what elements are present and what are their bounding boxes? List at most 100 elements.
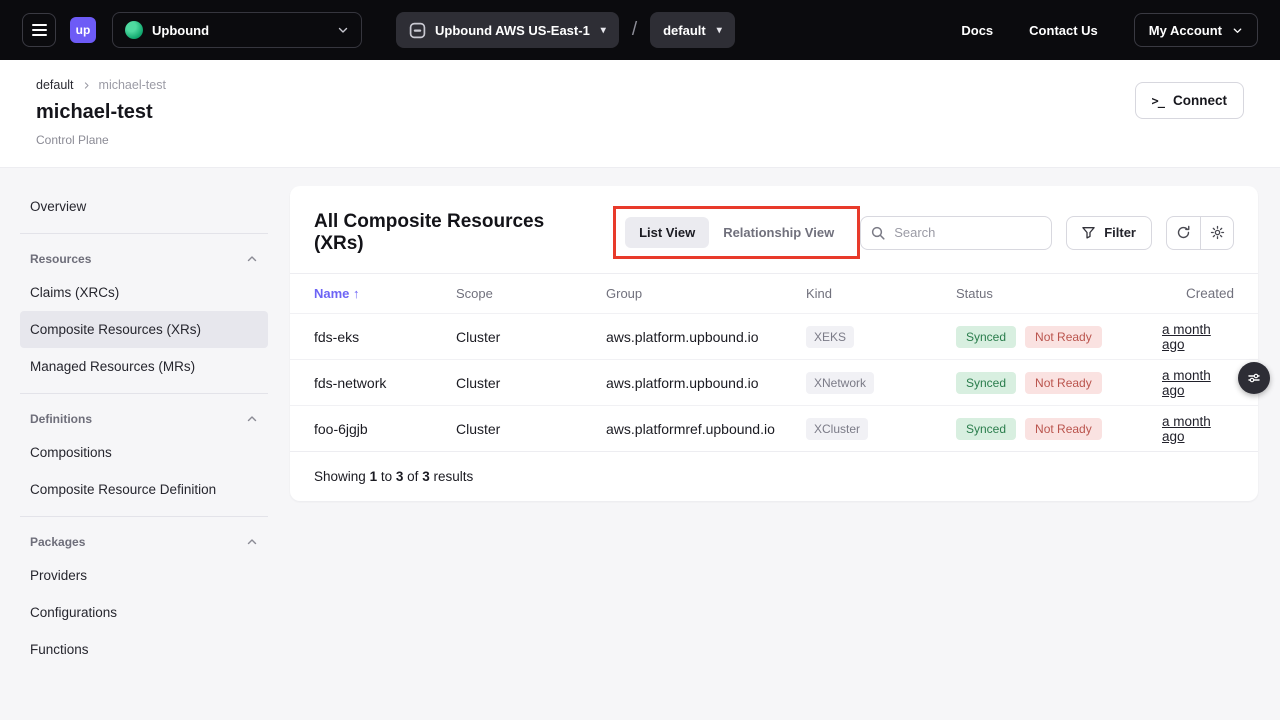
table-row[interactable]: foo-6jgjb Cluster aws.platformref.upboun…: [290, 405, 1258, 451]
path-separator: /: [632, 19, 637, 41]
sidebar-item-xrd[interactable]: Composite Resource Definition: [20, 471, 268, 508]
divider: [20, 516, 268, 517]
page-title: michael-test: [36, 101, 1244, 124]
cell-kind: XCluster: [806, 418, 956, 440]
table-row[interactable]: fds-network Cluster aws.platform.upbound…: [290, 359, 1258, 405]
column-header-status[interactable]: Status: [956, 286, 1162, 301]
divider: [20, 393, 268, 394]
contact-us-link[interactable]: Contact Us: [1029, 23, 1098, 38]
synced-badge: Synced: [956, 418, 1016, 440]
breadcrumb: default michael-test: [36, 78, 1244, 92]
sidebar-section-packages[interactable]: Packages: [20, 525, 268, 557]
chevron-down-icon: [1232, 25, 1243, 36]
cell-name[interactable]: fds-network: [314, 375, 456, 391]
relationship-view-tab[interactable]: Relationship View: [709, 217, 848, 248]
created-link[interactable]: a month ago: [1162, 414, 1211, 444]
terminal-icon: >_: [1152, 94, 1164, 108]
filter-button[interactable]: Filter: [1066, 216, 1152, 250]
sidebar-item-claims[interactable]: Claims (XRCs): [20, 274, 268, 311]
column-header-created[interactable]: Created: [1186, 286, 1234, 301]
table-header-row: Name ↑ Scope Group Kind Status Created: [290, 273, 1258, 313]
cell-scope: Cluster: [456, 375, 606, 391]
my-account-button[interactable]: My Account: [1134, 13, 1258, 47]
refresh-icon: [1176, 225, 1191, 240]
synced-badge: Synced: [956, 372, 1016, 394]
cell-name[interactable]: fds-eks: [314, 329, 456, 345]
chevron-down-icon: [337, 24, 349, 36]
created-link[interactable]: a month ago: [1162, 368, 1211, 398]
control-plane-icon: [409, 22, 426, 39]
triangle-down-icon: ▾: [717, 25, 722, 36]
kind-badge: XEKS: [806, 326, 854, 348]
table-row[interactable]: fds-eks Cluster aws.platform.upbound.io …: [290, 313, 1258, 359]
cell-status: Synced Not Ready: [956, 372, 1162, 394]
column-header-group[interactable]: Group: [606, 286, 806, 301]
cell-created: a month ago: [1162, 368, 1234, 398]
cell-created: a month ago: [1162, 322, 1234, 352]
cell-status: Synced Not Ready: [956, 326, 1162, 348]
cell-name[interactable]: foo-6jgjb: [314, 421, 456, 437]
sort-up-icon: ↑: [353, 286, 360, 301]
not-ready-badge: Not Ready: [1025, 326, 1102, 348]
org-switcher-dropdown[interactable]: Upbound: [112, 12, 362, 48]
column-header-name[interactable]: Name ↑: [314, 286, 456, 301]
control-plane-switcher-dropdown[interactable]: Upbound AWS US-East-1 ▾: [396, 12, 619, 48]
sidebar-item-configurations[interactable]: Configurations: [20, 594, 268, 631]
menu-button[interactable]: [22, 13, 56, 47]
breadcrumb-parent[interactable]: default: [36, 78, 74, 92]
sidebar-item-overview[interactable]: Overview: [20, 188, 268, 225]
settings-button[interactable]: [1200, 216, 1234, 250]
page-subtitle: Control Plane: [36, 133, 1244, 147]
sidebar-section-definitions[interactable]: Definitions: [20, 402, 268, 434]
view-toggle: List View Relationship View: [625, 217, 848, 248]
triangle-down-icon: ▾: [601, 25, 606, 36]
sidebar-section-resources[interactable]: Resources: [20, 242, 268, 274]
annotation-highlight-box: List View Relationship View: [613, 206, 860, 259]
not-ready-badge: Not Ready: [1025, 372, 1102, 394]
connect-button[interactable]: >_ Connect: [1135, 82, 1244, 119]
column-header-scope[interactable]: Scope: [456, 286, 606, 301]
panel-title: All Composite Resources (XRs): [314, 211, 579, 255]
not-ready-badge: Not Ready: [1025, 418, 1102, 440]
filter-icon: [1082, 226, 1095, 239]
synced-badge: Synced: [956, 326, 1016, 348]
namespace-switcher-dropdown[interactable]: default ▾: [650, 12, 735, 48]
cell-status: Synced Not Ready: [956, 418, 1162, 440]
floating-widget-button[interactable]: [1238, 362, 1270, 394]
settings-icon: [1210, 225, 1225, 240]
org-name: Upbound: [152, 23, 209, 38]
cell-scope: Cluster: [456, 421, 606, 437]
search-input[interactable]: [860, 216, 1052, 250]
top-bar: up Upbound Upbound AWS US-East-1 ▾ / def…: [0, 0, 1280, 60]
search-icon: [871, 226, 885, 240]
sidebar-item-composite-resources[interactable]: Composite Resources (XRs): [20, 311, 268, 348]
sliders-icon: [1247, 371, 1261, 385]
upbound-logo: up: [70, 17, 96, 43]
created-link[interactable]: a month ago: [1162, 322, 1211, 352]
panel-toolbar: All Composite Resources (XRs) List View …: [290, 186, 1258, 273]
globe-icon: [125, 21, 143, 39]
kind-badge: XCluster: [806, 418, 868, 440]
cell-group: aws.platform.upbound.io: [606, 329, 806, 345]
sidebar-item-functions[interactable]: Functions: [20, 631, 268, 668]
results-summary: Showing 1 to 3 of 3 results: [290, 451, 1258, 501]
cell-group: aws.platformref.upbound.io: [606, 421, 806, 437]
kind-badge: XNetwork: [806, 372, 874, 394]
sidebar-item-compositions[interactable]: Compositions: [20, 434, 268, 471]
divider: [20, 233, 268, 234]
cell-kind: XEKS: [806, 326, 956, 348]
cell-scope: Cluster: [456, 329, 606, 345]
column-header-kind[interactable]: Kind: [806, 286, 956, 301]
composite-resources-panel: All Composite Resources (XRs) List View …: [290, 186, 1258, 501]
table-actions: [1166, 216, 1234, 250]
cell-group: aws.platform.upbound.io: [606, 375, 806, 391]
list-view-tab[interactable]: List View: [625, 217, 709, 248]
cell-created: a month ago: [1162, 414, 1234, 444]
sidebar-item-managed-resources[interactable]: Managed Resources (MRs): [20, 348, 268, 385]
sidebar: Overview Resources Claims (XRCs) Composi…: [20, 188, 268, 668]
docs-link[interactable]: Docs: [961, 23, 993, 38]
namespace-name: default: [663, 23, 706, 38]
refresh-button[interactable]: [1166, 216, 1200, 250]
page-header: default michael-test michael-test Contro…: [0, 60, 1280, 168]
sidebar-item-providers[interactable]: Providers: [20, 557, 268, 594]
